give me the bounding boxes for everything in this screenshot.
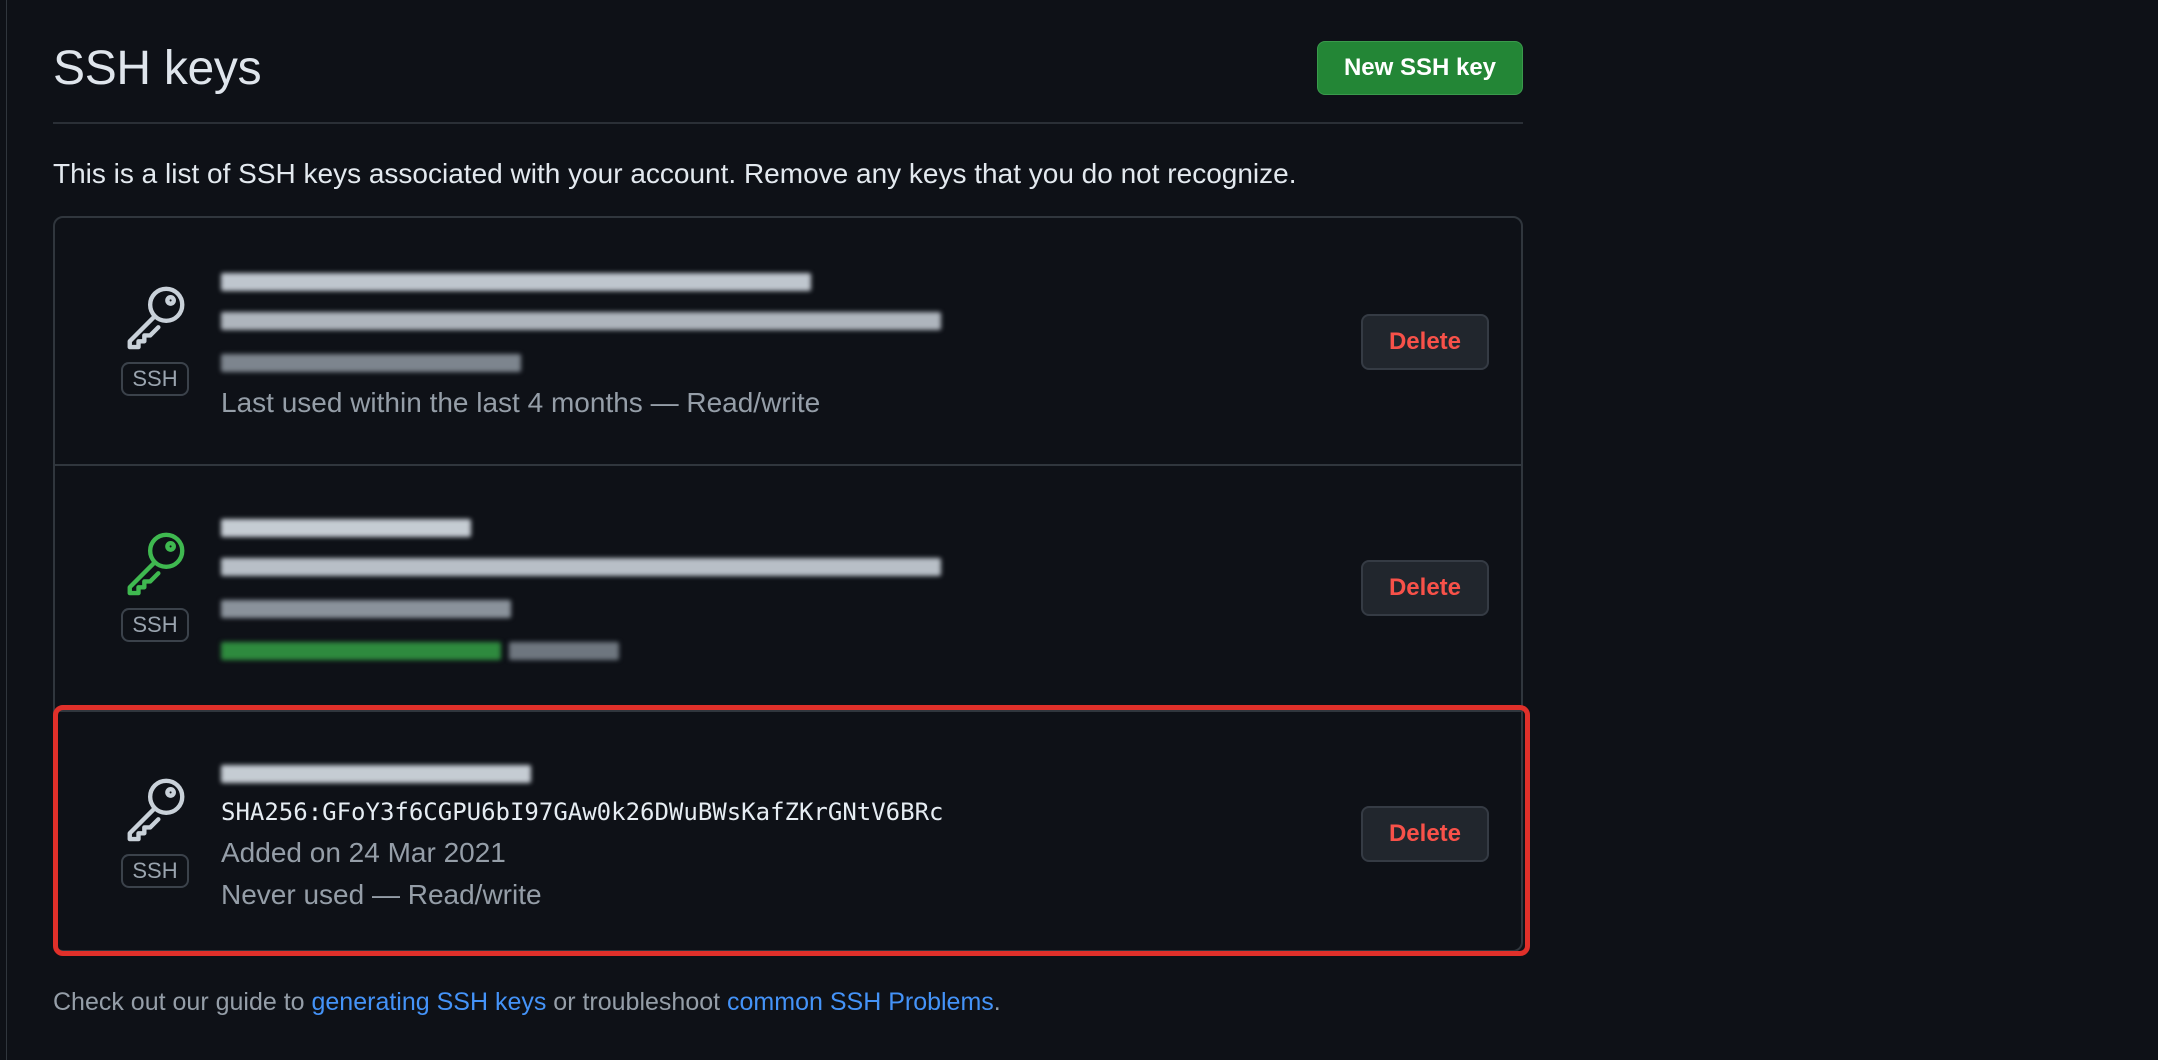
key-usage-redacted — [221, 628, 1021, 670]
redacted-text — [221, 641, 501, 660]
redacted-text — [221, 353, 521, 372]
key-added-date: Added on 24 Mar 2021 — [221, 837, 506, 868]
ssh-badge: SSH — [121, 608, 189, 642]
new-ssh-key-button[interactable]: New SSH key — [1317, 41, 1523, 95]
ssh-badge: SSH — [121, 854, 189, 888]
redacted-text — [221, 599, 511, 618]
footer-help-text: Check out our guide to generating SSH ke… — [53, 988, 1001, 1017]
key-details: SHA256:GFoY3f6CGPU6bI97GAw0k26DWuBWsKafZ… — [221, 752, 1021, 916]
key-title-redacted — [221, 260, 1021, 300]
ssh-key-row: SSH Delete — [55, 464, 1521, 712]
key-added-redacted — [221, 340, 1021, 382]
intro-text: This is a list of SSH keys associated wi… — [53, 158, 1297, 189]
delete-key-button[interactable]: Delete — [1361, 314, 1489, 370]
key-details: Last used within the last 4 months — Rea… — [221, 260, 1021, 424]
delete-key-button[interactable]: Delete — [1361, 560, 1489, 616]
ssh-badge: SSH — [121, 362, 189, 396]
ssh-key-row: SSH Last used within the last 4 months —… — [55, 218, 1521, 466]
page-header: SSH keys New SSH key — [53, 38, 1523, 124]
redacted-text — [221, 765, 531, 784]
key-added-redacted — [221, 586, 1021, 628]
key-icon — [127, 778, 185, 842]
ssh-key-list: SSH Last used within the last 4 months —… — [53, 216, 1523, 952]
redacted-text — [508, 641, 619, 660]
key-icon-group: SSH — [121, 526, 191, 656]
page-title: SSH keys — [53, 42, 262, 95]
key-fingerprint-redacted — [221, 300, 1021, 340]
footer-middle: or troubleshoot — [546, 988, 728, 1016]
sidebar-edge — [0, 0, 7, 1060]
key-usage: Never used — Read/write — [221, 879, 542, 910]
generating-ssh-keys-link[interactable]: generating SSH keys — [312, 988, 547, 1016]
common-ssh-problems-link[interactable]: common SSH Problems — [727, 988, 994, 1016]
key-icon — [127, 286, 185, 350]
key-fingerprint: SHA256:GFoY3f6CGPU6bI97GAw0k26DWuBWsKafZ… — [221, 798, 944, 826]
ssh-key-row: SSH SHA256:GFoY3f6CGPU6bI97GAw0k26DWuBWs… — [55, 710, 1521, 954]
key-icon-group: SSH — [121, 772, 191, 902]
footer-prefix: Check out our guide to — [53, 988, 312, 1016]
redacted-text — [221, 273, 811, 292]
key-icon — [127, 532, 185, 596]
ssh-keys-page: SSH keys New SSH key This is a list of S… — [53, 0, 1530, 1060]
key-title-redacted — [221, 752, 1021, 792]
key-usage: Last used within the last 4 months — Rea… — [221, 387, 821, 418]
redacted-text — [221, 519, 471, 538]
delete-key-button[interactable]: Delete — [1361, 806, 1489, 862]
redacted-text — [221, 312, 941, 330]
key-icon-group: SSH — [121, 280, 191, 410]
redacted-text — [221, 558, 941, 576]
key-fingerprint-redacted — [221, 546, 1021, 586]
key-details — [221, 506, 1021, 670]
key-title-redacted — [221, 506, 1021, 546]
footer-suffix: . — [993, 988, 1001, 1016]
